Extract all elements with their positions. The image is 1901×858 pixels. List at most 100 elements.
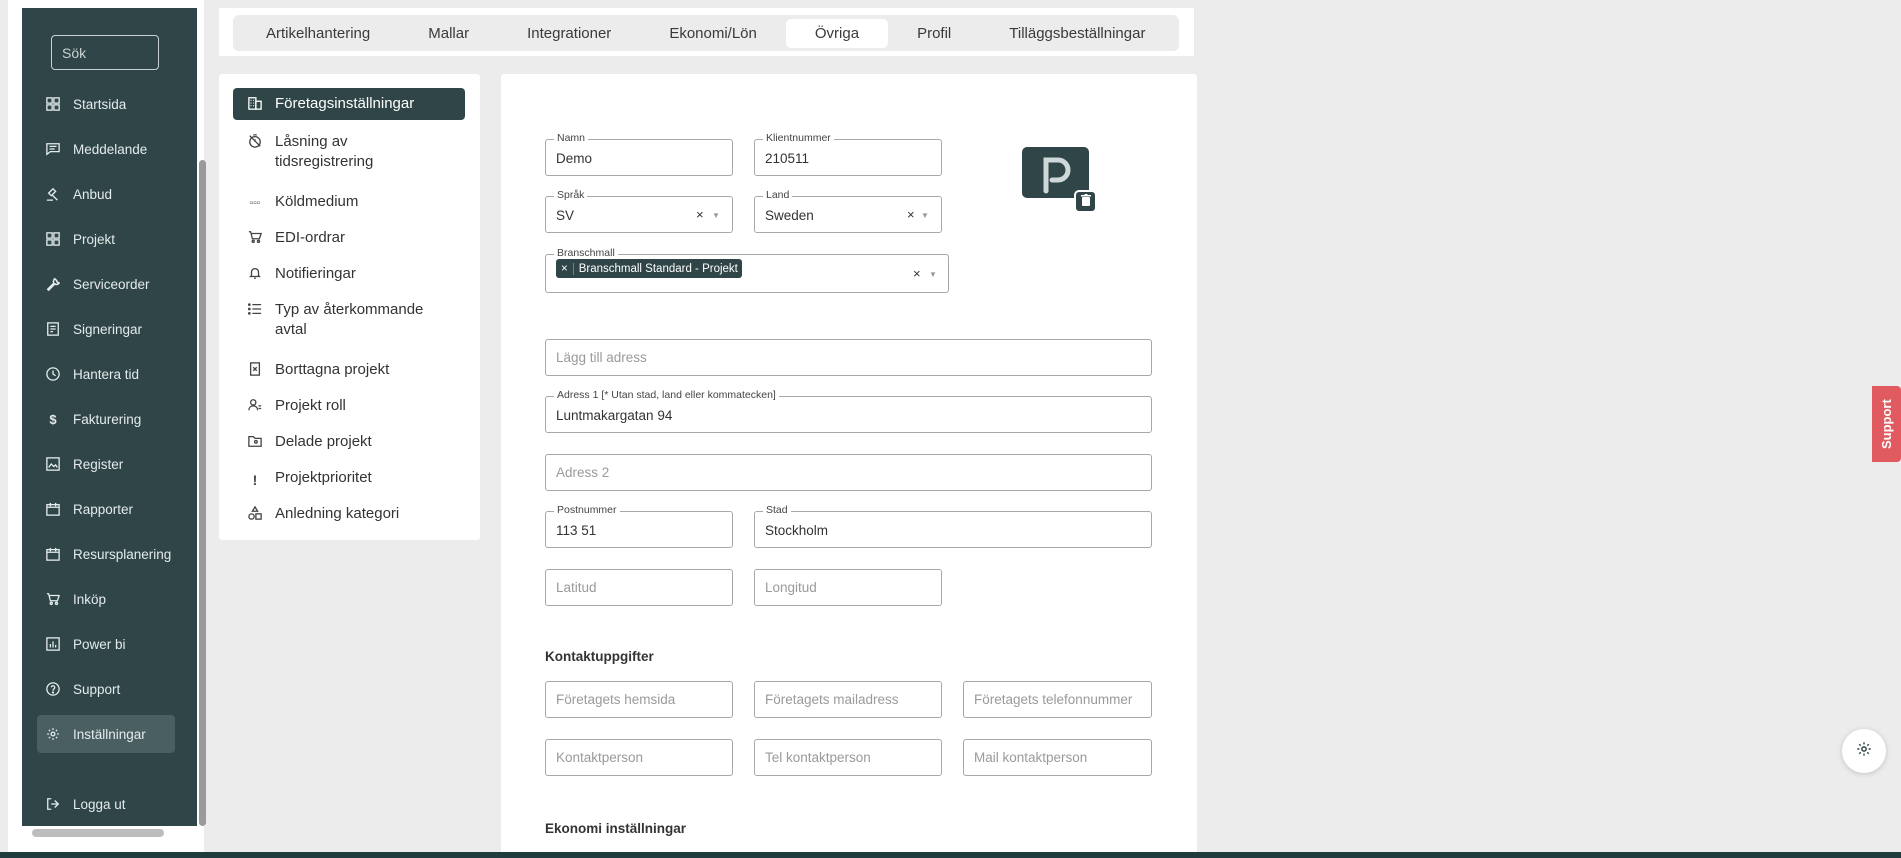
longitude-field[interactable] <box>754 569 942 606</box>
sidebar-item-projekt[interactable]: Projekt <box>37 220 175 258</box>
sidebar-item-signeringar[interactable]: Signeringar <box>37 310 175 348</box>
trash-icon <box>1080 193 1091 211</box>
sidebar-item-meddelande[interactable]: Meddelande <box>37 130 175 168</box>
search-input[interactable] <box>51 35 159 70</box>
chevron-down-icon[interactable]: ▼ <box>712 211 720 220</box>
latitude-field[interactable] <box>545 569 733 606</box>
phone-field[interactable] <box>963 681 1152 718</box>
settings-menu-item-edi-ordrar[interactable]: EDI-ordrar <box>233 222 465 254</box>
tab-övriga[interactable]: Övriga <box>785 18 889 48</box>
postal-code-label: Postnummer <box>554 504 620 516</box>
contact-person-field[interactable] <box>545 739 733 776</box>
phone-input[interactable] <box>974 692 1141 707</box>
dollar-icon: $ <box>49 411 57 427</box>
deleted-file-icon <box>247 360 263 376</box>
logout-button[interactable]: Logga ut <box>37 785 175 823</box>
settings-menu-item-projekt-roll[interactable]: Projekt roll <box>233 390 465 422</box>
contact-section-title: Kontaktuppgifter <box>545 649 654 664</box>
industry-template-chip: × Branschmall Standard - Projekt <box>556 259 742 278</box>
email-field[interactable] <box>754 681 942 718</box>
sidebar-item-startsida[interactable]: Startsida <box>37 85 175 123</box>
address1-label: Adress 1 [* Utan stad, land eller kommat… <box>554 389 779 401</box>
settings-menu-item-typ-av-återkommande-avtal[interactable]: Typ av återkommande avtal <box>233 294 465 346</box>
sidebar-item-serviceorder[interactable]: Serviceorder <box>37 265 175 303</box>
city-field[interactable]: Stad Stockholm <box>754 504 1152 548</box>
tab-artikelhantering[interactable]: Artikelhantering <box>237 19 399 48</box>
settings-menu-item-anledning-kategori[interactable]: Anledning kategori <box>233 498 465 530</box>
sidebar-scrollbar[interactable] <box>199 160 206 826</box>
settings-menu-label: EDI-ordrar <box>275 229 346 246</box>
chevron-down-icon[interactable]: ▼ <box>921 211 929 220</box>
chevron-down-icon[interactable]: ▼ <box>929 270 937 279</box>
settings-menu-item-projektprioritet[interactable]: ! Projektprioritet <box>233 462 465 496</box>
clear-language-button[interactable]: × <box>696 207 704 222</box>
country-value: Sweden <box>765 208 814 223</box>
wrench-icon <box>45 276 61 292</box>
sidebar-item-register[interactable]: Register <box>37 445 175 483</box>
sidebar-item-support[interactable]: Support <box>37 670 175 708</box>
tab-integrationer[interactable]: Integrationer <box>498 19 640 48</box>
chip-label: Branschmall Standard - Projekt <box>578 262 738 275</box>
client-number-field[interactable]: Klientnummer 210511 <box>754 132 942 176</box>
settings-menu-label: Borttagna projekt <box>275 361 390 378</box>
address1-field[interactable]: Adress 1 [* Utan stad, land eller kommat… <box>545 389 1152 433</box>
sidebar-item-label: Anbud <box>73 186 113 202</box>
sidebar-item-label: Projekt <box>73 231 116 247</box>
sidebar-item-anbud[interactable]: Anbud <box>37 175 175 213</box>
website-field[interactable] <box>545 681 733 718</box>
contact-email-input[interactable] <box>974 750 1141 765</box>
postal-code-field[interactable]: Postnummer 113 51 <box>545 504 733 548</box>
tab-ekonomi-lön[interactable]: Ekonomi/Lön <box>640 19 786 48</box>
website-input[interactable] <box>556 692 722 707</box>
email-input[interactable] <box>765 692 931 707</box>
contact-phone-field[interactable] <box>754 739 942 776</box>
shapes-icon <box>247 504 263 520</box>
economy-section-title: Ekonomi inställningar <box>545 821 687 836</box>
sidebar-item-label: Meddelande <box>73 141 148 157</box>
settings-menu-item-företagsinställningar[interactable]: Företagsinställningar <box>233 88 465 120</box>
latitude-input[interactable] <box>556 580 722 595</box>
contact-person-input[interactable] <box>556 750 722 765</box>
country-select[interactable]: Land Sweden × ▼ <box>754 189 942 233</box>
delete-logo-button[interactable] <box>1074 190 1097 213</box>
sidebar-item-label: Register <box>73 456 124 472</box>
remove-chip-button[interactable]: × <box>556 262 574 275</box>
settings-menu-item-köldmedium[interactable]: ▫▫▫ Köldmedium <box>233 186 465 220</box>
support-tab[interactable]: Support <box>1872 386 1901 462</box>
language-select[interactable]: Språk SV × ▼ <box>545 189 733 233</box>
sidebar-item-fakturering[interactable]: $ Fakturering <box>37 400 175 438</box>
tab-profil[interactable]: Profil <box>888 19 980 48</box>
sidebar-item-power-bi[interactable]: Power bi <box>37 625 175 663</box>
add-address-field[interactable] <box>545 339 1152 376</box>
exclamation-icon: ! <box>252 472 258 488</box>
horizontal-scrollbar[interactable] <box>32 829 164 837</box>
sidebar-item-hantera-tid[interactable]: Hantera tid <box>37 355 175 393</box>
tab-tilläggsbeställningar[interactable]: Tilläggsbeställningar <box>980 19 1174 48</box>
settings-menu-item-borttagna-projekt[interactable]: Borttagna projekt <box>233 354 465 386</box>
shared-folder-icon <box>247 432 263 448</box>
sidebar-item-inställningar[interactable]: Inställningar <box>37 715 175 753</box>
floating-settings-button[interactable] <box>1842 729 1886 773</box>
add-address-input[interactable] <box>556 350 1141 365</box>
address2-input[interactable] <box>556 465 1141 480</box>
settings-menu-item-notifieringar[interactable]: Notifieringar <box>233 258 465 290</box>
document-sign-icon <box>45 321 61 337</box>
sidebar-item-resursplanering[interactable]: Resursplanering <box>37 535 175 573</box>
contact-email-field[interactable] <box>963 739 1152 776</box>
sidebar-item-inköp[interactable]: Inköp <box>37 580 175 618</box>
clear-country-button[interactable]: × <box>907 207 915 222</box>
user-roles-icon <box>247 396 263 412</box>
address2-field[interactable] <box>545 454 1152 491</box>
tab-mallar[interactable]: Mallar <box>399 19 498 48</box>
sidebar-item-rapporter[interactable]: Rapporter <box>37 490 175 528</box>
settings-menu-item-delade-projekt[interactable]: Delade projekt <box>233 426 465 458</box>
settings-menu-item-låsning-av-tidsregistrering[interactable]: Låsning av tidsregistrering <box>233 126 465 178</box>
name-field[interactable]: Namn Demo <box>545 132 733 176</box>
sidebar-item-label: Serviceorder <box>73 276 150 292</box>
window-left-edge <box>0 0 8 858</box>
clear-industry-template-button[interactable]: × <box>913 266 921 281</box>
industry-template-select[interactable]: Branschmall × Branschmall Standard - Pro… <box>545 247 949 293</box>
settings-menu-label: Köldmedium <box>275 193 359 210</box>
longitude-input[interactable] <box>765 580 931 595</box>
contact-phone-input[interactable] <box>765 750 931 765</box>
